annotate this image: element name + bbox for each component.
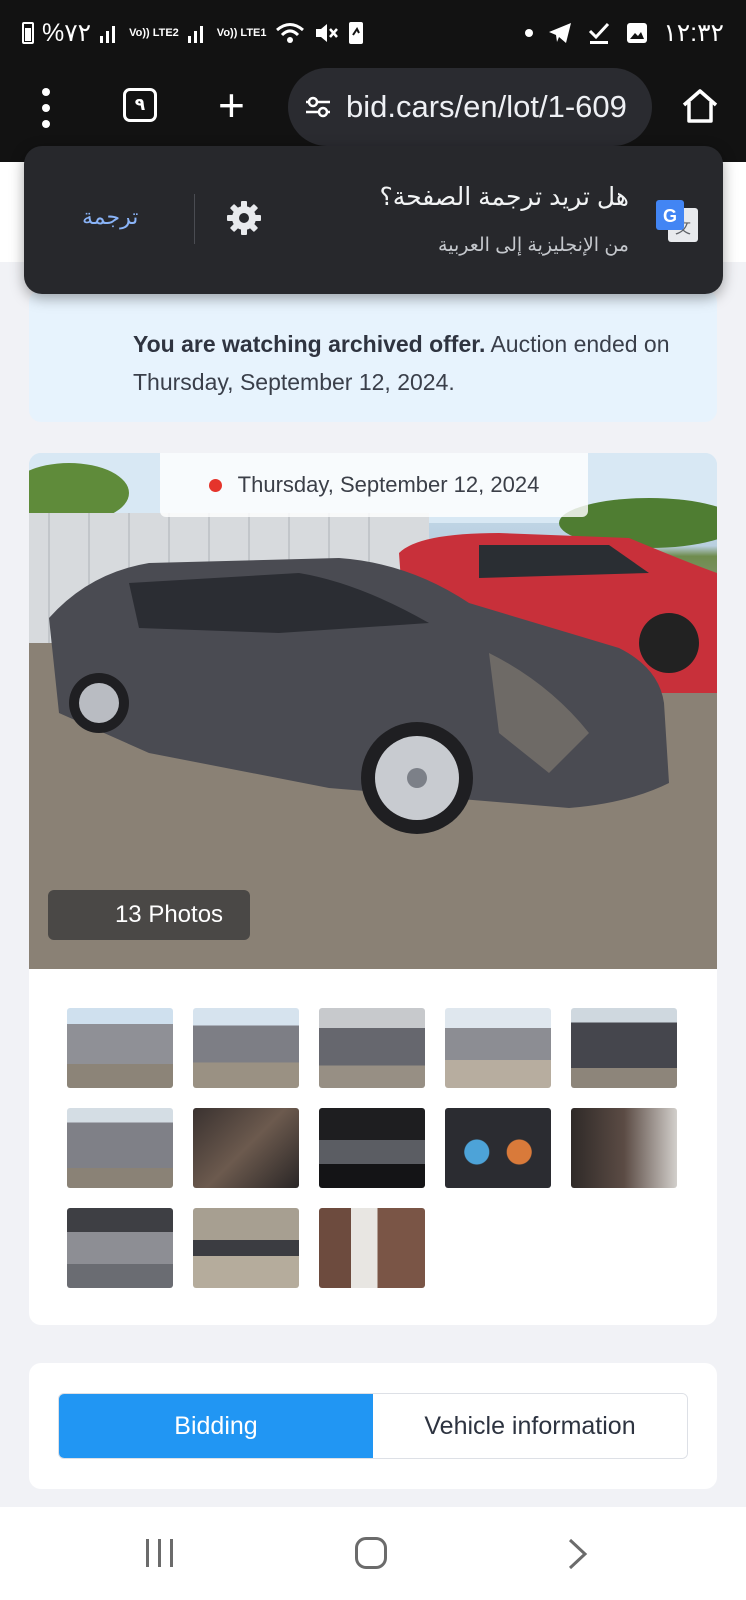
status-right: ١٢:٣٢ <box>525 18 724 48</box>
thumbnail-10[interactable] <box>571 1108 677 1188</box>
thumbnail-9[interactable] <box>445 1108 551 1188</box>
home-nav-icon[interactable] <box>355 1537 387 1569</box>
photos-count-text: 13 Photos <box>114 901 224 928</box>
telegram-icon <box>549 23 572 43</box>
thumbnail-8[interactable] <box>319 1108 425 1188</box>
photos-count-button[interactable]: 13 Photos <box>48 890 250 940</box>
thumbnail-2[interactable] <box>193 1008 299 1088</box>
url-bar[interactable]: bid.cars/en/lot/1-609 <box>288 68 652 146</box>
new-tab-icon[interactable]: + <box>218 80 245 130</box>
svg-text:G: G <box>663 206 677 226</box>
tab-bidding[interactable]: Bidding <box>59 1394 373 1458</box>
notice-bold-text: You are watching archived offer. <box>133 331 486 357</box>
thumbnail-grid <box>67 1008 687 1288</box>
thumbnail-4[interactable] <box>445 1008 551 1088</box>
url-text[interactable]: bid.cars/en/lot/1-609 <box>346 89 627 125</box>
thumbnail-3[interactable] <box>319 1008 425 1088</box>
vibrate-icon <box>348 22 363 44</box>
sim1-label: Vo)) LTE1 <box>216 26 267 39</box>
mute-icon <box>315 24 338 42</box>
thumbnail-13[interactable] <box>319 1208 425 1288</box>
google-translate-icon: 文 G <box>654 198 700 249</box>
translate-button[interactable]: ترجمة <box>82 204 138 230</box>
home-icon[interactable] <box>680 86 720 131</box>
thumbnail-7[interactable] <box>193 1108 299 1188</box>
live-dot-icon <box>208 478 222 492</box>
lot-tabs-card: Bidding Vehicle information <box>29 1363 717 1489</box>
tabs-button[interactable]: ٩ <box>123 88 157 122</box>
system-navigation-bar <box>0 1507 746 1600</box>
thumbnail-12[interactable] <box>193 1208 299 1288</box>
tab-bidding-label: Bidding <box>174 1411 258 1440</box>
tab-vehicle-information-label: Vehicle information <box>424 1411 636 1440</box>
clock: ١٢:٣٢ <box>663 19 724 47</box>
gallery-icon <box>627 23 648 43</box>
gear-icon[interactable] <box>224 198 264 243</box>
translate-title: هل تريد ترجمة الصفحة؟ <box>379 183 629 211</box>
status-bar: %٧٢ Vo)) LTE2 Vo)) LTE1 ١٢:٣٢ <box>0 0 746 66</box>
status-left: %٧٢ Vo)) LTE2 Vo)) LTE1 <box>22 18 365 48</box>
notification-dot-icon <box>525 29 534 37</box>
thumbnail-11[interactable] <box>67 1208 173 1288</box>
tab-count: ٩ <box>134 95 146 114</box>
divider <box>194 194 195 244</box>
main-vehicle-photo[interactable]: Thursday, September 12, 2024 13 Photos <box>29 453 717 969</box>
lot-tabs: Bidding Vehicle information <box>58 1393 688 1459</box>
thumbnail-6[interactable] <box>67 1108 173 1188</box>
battery-percentage: %٧٢ <box>42 19 92 47</box>
signal-icon <box>187 26 203 43</box>
translate-subtitle: من الإنجليزية إلى العربية <box>438 235 629 256</box>
battery-icon <box>22 22 34 44</box>
checkmark-download-icon <box>589 22 610 44</box>
auction-date-label: Thursday, September 12, 2024 <box>160 453 588 517</box>
tab-vehicle-information[interactable]: Vehicle information <box>373 1394 687 1458</box>
sim2-label: Vo)) LTE2 <box>129 26 179 39</box>
menu-icon[interactable] <box>40 88 52 128</box>
thumbnail-1[interactable] <box>67 1008 173 1088</box>
signal-icon <box>100 26 116 43</box>
auction-date-text: Thursday, September 12, 2024 <box>237 472 540 497</box>
translate-prompt: ترجمة هل تريد ترجمة الصفحة؟ من الإنجليزي… <box>24 146 723 294</box>
back-icon[interactable] <box>566 1537 590 1576</box>
wifi-icon <box>275 23 304 43</box>
site-settings-icon[interactable] <box>304 95 332 119</box>
archived-offer-notice: You are watching archived offer. Auction… <box>29 290 717 422</box>
photo-gallery: Thursday, September 12, 2024 13 Photos <box>29 453 717 1325</box>
recents-icon[interactable] <box>146 1539 173 1567</box>
thumbnail-5[interactable] <box>571 1008 677 1088</box>
